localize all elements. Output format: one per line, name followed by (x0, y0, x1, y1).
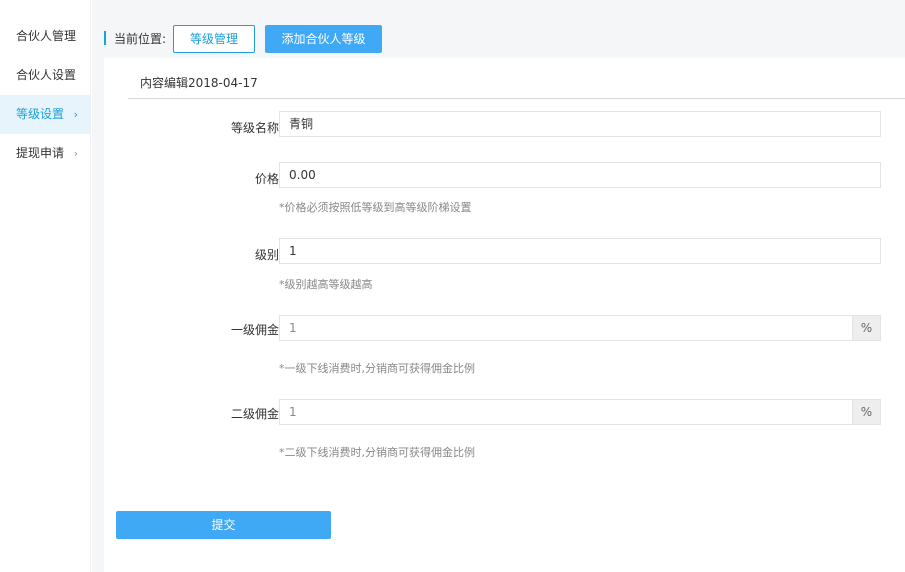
sidebar-item-label: 等级设置 (16, 107, 65, 121)
sidebar-item-partner-manage[interactable]: 合伙人管理 (0, 17, 90, 56)
price-hint: *价格必须按照低等级到高等级阶梯设置 (279, 201, 472, 214)
level-input[interactable]: 1 (279, 238, 881, 264)
main-area: 当前位置: 等级管理 添加合伙人等级 内容编辑2018-04-17 等级名称 青… (92, 0, 905, 572)
sidebar-item-partner-settings[interactable]: 合伙人设置 (0, 56, 90, 95)
add-partner-level-button[interactable]: 添加合伙人等级 (265, 25, 382, 53)
sidebar-item-level-settings[interactable]: 等级设置 › (0, 95, 90, 134)
commission1-hint: *一级下线消费时,分销商可获得佣金比例 (279, 362, 475, 375)
sidebar-item-label: 合伙人管理 (16, 29, 77, 43)
commission1-input[interactable]: 1 (279, 315, 853, 341)
sidebar-item-label: 合伙人设置 (16, 68, 77, 82)
level-name-input[interactable]: 青铜 (279, 111, 881, 137)
divider (128, 98, 905, 99)
price-label: 价格 (254, 172, 279, 186)
chevron-right-icon: › (73, 108, 78, 121)
breadcrumb-marker (104, 31, 106, 45)
submit-button[interactable]: 提交 (116, 511, 331, 539)
price-input[interactable]: 0.00 (279, 162, 881, 188)
percent-suffix: % (852, 399, 881, 425)
sidebar-item-withdraw-requests[interactable]: 提现申请 › (0, 134, 90, 173)
percent-suffix: % (852, 315, 881, 341)
chevron-right-icon: › (73, 147, 78, 160)
level-name-label: 等级名称 (230, 121, 279, 135)
level-manage-button[interactable]: 等级管理 (173, 25, 255, 53)
sidebar-item-label: 提现申请 (16, 146, 65, 160)
content-panel: 内容编辑2018-04-17 等级名称 青铜 价格 0.00 *价格必须按照低等… (104, 58, 905, 572)
sidebar: 合伙人管理 合伙人设置 等级设置 › 提现申请 › (0, 0, 91, 572)
content-title: 内容编辑2018-04-17 (140, 76, 258, 90)
commission1-label: 一级佣金 (230, 323, 279, 337)
commission2-hint: *二级下线消费时,分销商可获得佣金比例 (279, 446, 475, 459)
level-label: 级别 (254, 248, 279, 262)
breadcrumb: 当前位置: 等级管理 添加合伙人等级 (104, 25, 894, 53)
breadcrumb-label: 当前位置: (114, 32, 167, 46)
commission2-input[interactable]: 1 (279, 399, 853, 425)
level-hint: *级别越高等级越高 (279, 278, 373, 291)
commission2-label: 二级佣金 (230, 407, 279, 421)
